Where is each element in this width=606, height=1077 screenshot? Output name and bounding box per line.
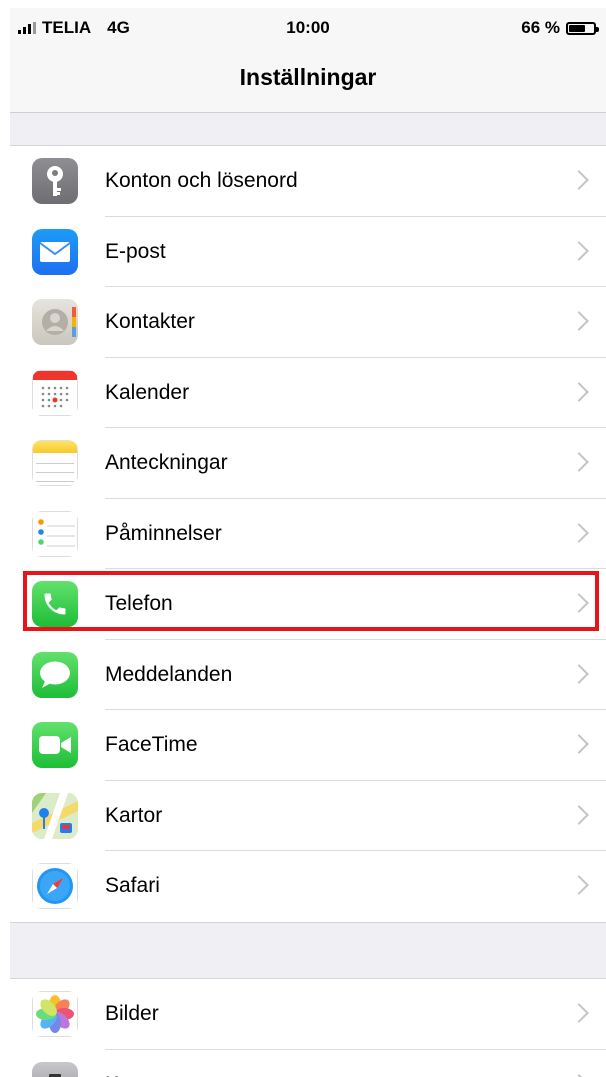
- settings-row-messages[interactable]: Meddelanden: [10, 640, 606, 710]
- calendar-icon: [32, 369, 78, 416]
- settings-row-notes[interactable]: Anteckningar: [10, 428, 606, 499]
- chevron-right-icon: [569, 663, 589, 684]
- chevron-right-icon: [569, 381, 589, 402]
- reminders-icon: [32, 510, 78, 557]
- settings-row-mail[interactable]: E-post: [10, 217, 606, 287]
- settings-row-label: Anteckningar: [105, 451, 228, 474]
- clock: 10:00: [286, 18, 330, 37]
- settings-row-label: Påminnelser: [105, 521, 222, 545]
- navigation-bar: Inställningar: [10, 48, 606, 113]
- settings-row-label: K: [105, 1073, 119, 1077]
- battery-status: 66 %: [521, 18, 599, 38]
- settings-group-apps: Konton och lösenord E-post Kontakter Kal…: [10, 145, 606, 923]
- key-icon: [32, 158, 78, 204]
- settings-screen: TELIA 4G 10:00 66 % Inställningar Konton…: [10, 8, 606, 1077]
- settings-row-label: Meddelanden: [105, 662, 233, 686]
- settings-row-key[interactable]: Konton och lösenord: [10, 146, 606, 217]
- facetime-icon: [32, 722, 78, 768]
- page-title: Inställningar: [239, 64, 377, 90]
- chevron-right-icon: [569, 170, 589, 190]
- settings-row-reminders[interactable]: Påminnelser: [10, 499, 606, 569]
- settings-group-media: Bilder K: [10, 978, 606, 1077]
- settings-row-safari[interactable]: Safari: [10, 851, 606, 922]
- settings-row-label: Kalender: [105, 380, 190, 404]
- settings-row-photos[interactable]: Bilder: [10, 979, 606, 1050]
- settings-row-label: Kontakter: [105, 310, 195, 333]
- settings-row-maps[interactable]: Kartor: [10, 781, 606, 851]
- battery-icon: [566, 21, 599, 35]
- photos-icon: [32, 991, 78, 1037]
- chevron-right-icon: [569, 1073, 589, 1077]
- chevron-right-icon: [569, 875, 589, 895]
- settings-row-facetime[interactable]: FaceTime: [10, 710, 606, 781]
- contacts-icon: [32, 299, 78, 345]
- status-bar: TELIA 4G 10:00 66 %: [10, 8, 606, 48]
- settings-row-calendar[interactable]: Kalender: [10, 358, 606, 428]
- chevron-right-icon: [569, 311, 589, 331]
- chevron-right-icon: [569, 804, 589, 825]
- settings-row-camera[interactable]: K: [10, 1050, 606, 1077]
- mail-icon: [32, 228, 78, 275]
- settings-row-label: Konton och lösenord: [105, 169, 298, 192]
- camera-icon: [32, 1061, 78, 1077]
- settings-row-contacts[interactable]: Kontakter: [10, 287, 606, 358]
- settings-row-label: FaceTime: [105, 733, 198, 756]
- chevron-right-icon: [569, 734, 589, 754]
- notes-icon: [32, 440, 78, 486]
- settings-row-label: Safari: [105, 874, 160, 897]
- highlight-box: [23, 571, 599, 631]
- battery-percent: 66 %: [521, 18, 560, 37]
- chevron-right-icon: [569, 1003, 589, 1023]
- maps-icon: [32, 792, 78, 839]
- chevron-right-icon: [569, 522, 589, 543]
- settings-row-label: Bilder: [105, 1002, 159, 1025]
- settings-row-label: E-post: [105, 239, 166, 263]
- safari-icon: [32, 863, 78, 909]
- messages-icon: [32, 651, 78, 698]
- settings-row-label: Kartor: [105, 803, 163, 827]
- chevron-right-icon: [569, 452, 589, 472]
- chevron-right-icon: [569, 240, 589, 261]
